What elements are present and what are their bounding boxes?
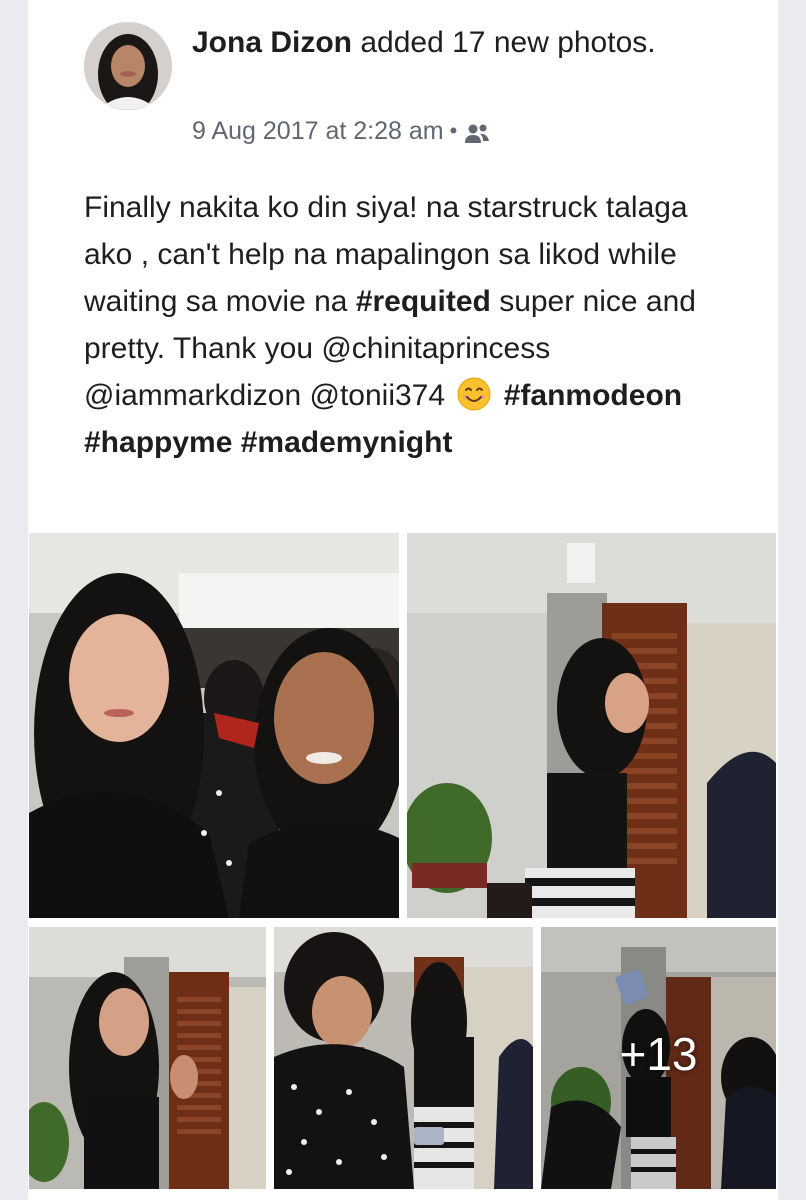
more-photos-count[interactable]: +13 (541, 927, 776, 1189)
hashtag-fanmodeon[interactable]: #fanmodeon (504, 379, 682, 412)
friends-icon[interactable] (463, 120, 491, 143)
photo-5[interactable]: +13 (541, 927, 776, 1189)
author-name[interactable]: Jona Dizon (192, 26, 352, 59)
photo-4[interactable] (274, 927, 533, 1189)
photo-3[interactable] (29, 927, 266, 1189)
meta-separator: • (449, 118, 458, 143)
hashtag-requited[interactable]: #requited (356, 285, 491, 318)
post-header: Jona Dizon added 17 new photos. (192, 24, 752, 62)
hashtag-happyme[interactable]: #happyme (84, 426, 232, 459)
hashtag-mademynight[interactable]: #mademynight (241, 426, 453, 459)
avatar[interactable] (84, 22, 172, 110)
post-meta: 9 Aug 2017 at 2:28 am • (192, 114, 491, 148)
post-action: added 17 new photos. (360, 26, 656, 59)
post-timestamp[interactable]: 9 Aug 2017 at 2:28 am (192, 114, 444, 148)
photo-1[interactable] (29, 533, 399, 918)
post-message: Finally nakita ko din siya! na starstruc… (84, 184, 744, 466)
photo-2[interactable] (407, 533, 776, 918)
smiling-face-icon (457, 377, 491, 411)
